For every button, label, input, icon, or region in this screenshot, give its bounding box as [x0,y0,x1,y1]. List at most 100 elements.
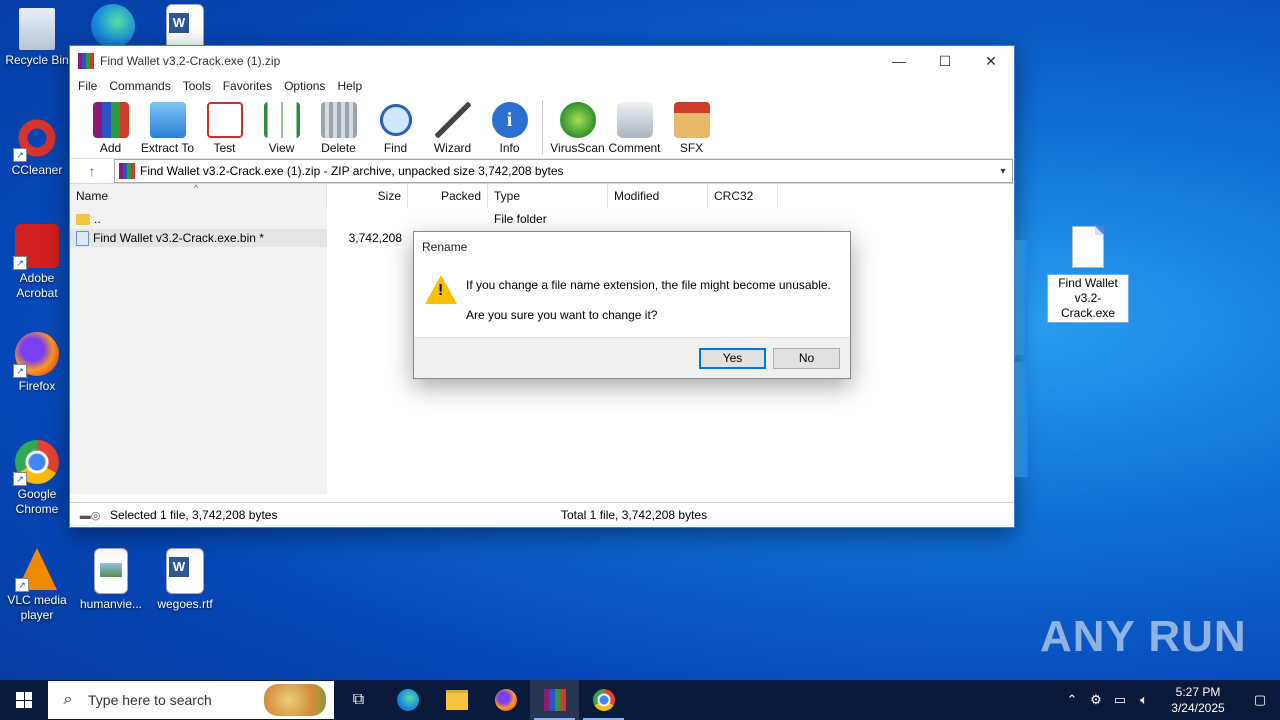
system-tray: ⌃ ⚙ ▭ 🔈︎ 5:27 PM 3/24/2025 ▢ [1060,680,1280,720]
add-button[interactable]: Add [82,96,139,155]
desktop-icon-recycle-bin[interactable]: Recycle Bin [0,8,74,68]
drive-icon[interactable]: ▬◎ [70,509,110,522]
virusscan-icon [559,102,596,138]
chrome-icon [592,689,615,711]
search-highlight-image [264,684,326,716]
security-icon[interactable]: ⚙ [1084,692,1108,708]
virusscan-button[interactable]: VirusScan [549,96,606,155]
menu-help[interactable]: Help [331,79,368,93]
ccleaner-icon: ↗ [13,116,59,162]
wizard-icon [434,102,471,138]
desktop-icon-label: Google Chrome [15,487,59,516]
dialog-message: If you change a file name extension, the… [466,278,831,292]
dialog-question: Are you sure you want to change it? [466,308,658,322]
start-button[interactable] [0,680,48,720]
winrar-app-icon [543,689,566,711]
notification-icon[interactable]: ▢ [1240,692,1280,708]
row-name-text: Find Wallet v3.2-Crack.exe.bin * [93,231,264,245]
add-icon [92,102,129,138]
address-path: Find Wallet v3.2-Crack.exe (1).zip - ZIP… [140,164,564,178]
winrar-app-icon [78,53,94,69]
table-row[interactable]: .. File folder [70,210,608,228]
info-button[interactable]: i Info [481,96,538,155]
menu-favorites[interactable]: Favorites [217,79,278,93]
folder-icon [445,690,468,710]
desktop-icon-edge[interactable] [76,4,150,51]
column-headers: Name ^ Size Packed Type Modified CRC32 [70,183,1014,208]
desktop-file-find-wallet[interactable]: Find Wallet v3.2-Crack.exe [1047,222,1129,323]
title-bar[interactable]: Find Wallet v3.2-Crack.exe (1).zip — ☐ ✕ [70,46,1014,76]
find-button[interactable]: Find [367,96,424,155]
column-header-type[interactable]: Type [488,184,608,208]
close-button[interactable]: ✕ [968,46,1014,76]
column-header-size[interactable]: Size [327,184,408,208]
column-header-name[interactable]: Name ^ [70,183,327,208]
taskbar-search[interactable]: ⌕ Type here to search [48,681,334,719]
taskbar-edge[interactable] [383,680,432,720]
no-button[interactable]: No [773,348,840,369]
desktop-icon-label: CCleaner [11,163,63,177]
address-field[interactable]: Find Wallet v3.2-Crack.exe (1).zip - ZIP… [114,159,1013,183]
desktop-icon-vlc[interactable]: ↗ VLC media player [0,548,74,623]
menu-options[interactable]: Options [278,79,331,93]
comment-button[interactable]: Comment [606,96,663,155]
desktop-icon-firefox[interactable]: ↗ Firefox [0,332,74,394]
file-icon [76,231,89,247]
taskbar-winrar[interactable] [530,680,579,720]
chevron-down-icon[interactable]: ▾ [994,166,1012,177]
toolbar-label: Add [99,141,122,155]
wizard-button[interactable]: Wizard [424,96,481,155]
test-button[interactable]: Test [196,96,253,155]
row-name: .. [70,210,327,228]
windows-logo-icon [16,692,32,708]
trash-icon [320,102,357,138]
menu-bar: File Commands Tools Favorites Options He… [70,76,1014,96]
comment-icon [616,102,653,138]
task-view-button[interactable]: ⧉ [334,680,383,720]
menu-file[interactable]: File [72,79,103,93]
column-header-crc32[interactable]: CRC32 [708,184,778,208]
desktop-icon-label: VLC media player [7,593,67,622]
info-icon: i [491,102,528,138]
chevron-up-icon[interactable]: ⌃ [1060,692,1084,708]
volume-icon[interactable]: 🔈︎ [1132,692,1156,708]
taskbar-chrome[interactable] [579,680,628,720]
row-type: File folder [494,212,547,226]
toolbar-label: Find [383,141,408,155]
maximize-button[interactable]: ☐ [922,46,968,76]
desktop-icon-adobe-acrobat[interactable]: ↗ Adobe Acrobat [0,224,74,301]
network-icon[interactable]: ▭ [1108,692,1132,708]
address-bar: ↑ Find Wallet v3.2-Crack.exe (1).zip - Z… [70,159,1014,184]
taskbar-file-explorer[interactable] [432,680,481,720]
desktop-icon-humanvie[interactable]: humanvie... [74,548,148,612]
yes-button[interactable]: Yes [699,348,766,369]
view-icon [263,102,300,138]
desktop-file-label: Find Wallet v3.2-Crack.exe [1047,274,1129,323]
row-size: 3,742,208 [348,231,402,245]
blank-file-icon [1072,226,1104,268]
minimize-button[interactable]: — [876,46,922,76]
shortcut-arrow-icon: ↗ [13,256,27,270]
firefox-icon [494,689,517,711]
view-button[interactable]: View [253,96,310,155]
delete-button[interactable]: Delete [310,96,367,155]
row-packed [408,210,488,228]
clock[interactable]: 5:27 PM 3/24/2025 [1156,684,1240,716]
desktop-icon-label: wegoes.rtf [157,597,213,611]
toolbar-label: VirusScan [550,141,605,155]
column-header-modified[interactable]: Modified [608,184,708,208]
extract-to-button[interactable]: Extract To [139,96,196,155]
up-arrow-icon[interactable]: ↑ [70,163,114,179]
desktop-icon-google-chrome[interactable]: ↗ Google Chrome [0,440,74,517]
row-size [327,210,408,228]
desktop-icon-ccleaner[interactable]: ↗ CCleaner [0,116,74,178]
taskbar-firefox[interactable] [481,680,530,720]
shortcut-arrow-icon: ↗ [15,578,29,592]
desktop-icon-label: humanvie... [79,597,143,611]
sfx-button[interactable]: SFX [663,96,720,155]
menu-tools[interactable]: Tools [177,79,217,93]
column-header-packed[interactable]: Packed [408,184,488,208]
menu-commands[interactable]: Commands [103,79,176,93]
toolbar: Add Extract To Test View Delete Find Wiz… [70,96,1014,159]
desktop-icon-wegoes[interactable]: W wegoes.rtf [148,548,222,612]
